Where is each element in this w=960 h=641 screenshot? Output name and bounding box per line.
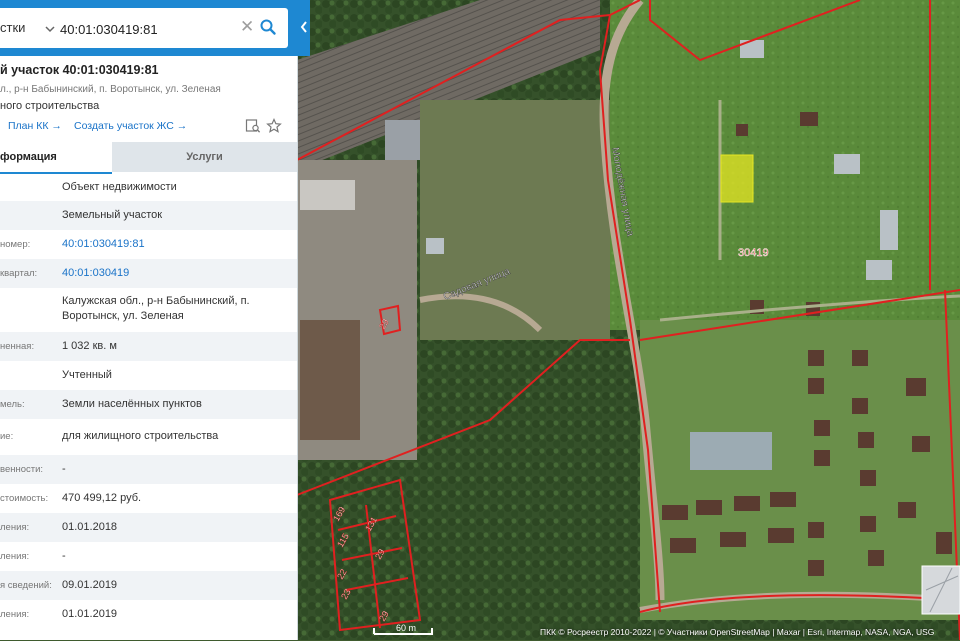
row-value: - (62, 463, 66, 475)
object-address: л., р-н Бабынинский, п. Воротынск, ул. З… (0, 84, 221, 95)
warehouse-roof-2 (300, 180, 355, 210)
table-row: ления: 01.01.2018 (0, 513, 297, 542)
row-label: ления: (0, 609, 30, 620)
search-bar: стки ✕ (0, 0, 310, 56)
table-row: я сведений: 09.01.2019 (0, 571, 297, 600)
row-value: Калужская обл., р-н Бабынинский, п. Воро… (62, 295, 250, 322)
info-tabs: формация Услуги (0, 142, 297, 174)
field-south (640, 320, 960, 620)
object-purpose: ного строительства (0, 100, 100, 112)
row-label: венности: (0, 464, 44, 475)
table-row: Учтенный (0, 361, 297, 390)
row-label: я сведений: (0, 580, 52, 591)
chevron-down-icon[interactable] (44, 22, 56, 40)
star-icon[interactable] (266, 118, 282, 139)
collapse-panel-button[interactable] (297, 18, 310, 40)
row-value: Земли населённых пунктов (62, 398, 202, 410)
field-east (610, 0, 960, 330)
row-label: квартал: (0, 268, 38, 279)
object-title: й участок 40:01:030419:81 (0, 63, 159, 77)
table-row: ие: для жилищного строительства (0, 419, 297, 455)
table-row: Земельный участок (0, 201, 297, 230)
close-icon[interactable]: ✕ (240, 17, 254, 37)
create-parcel-link[interactable]: Создать участок ЖС → (74, 120, 187, 132)
search-box: стки ✕ (0, 8, 288, 48)
row-value: Земельный участок (62, 209, 163, 221)
row-value: 01.01.2018 (62, 521, 118, 533)
row-value: Объект недвижимости (62, 181, 177, 193)
table-row: стоимость: 470 499,12 руб. (0, 484, 297, 513)
table-row: Калужская обл., р-н Бабынинский, п. Воро… (0, 288, 297, 332)
row-value: 1 032 кв. м (62, 340, 117, 352)
tab-services[interactable]: Услуги (112, 142, 297, 172)
table-row: ненная: 1 032 кв. м (0, 332, 297, 361)
scale-label: 60 m (396, 623, 416, 633)
warehouse-roof-1 (300, 320, 360, 440)
row-label: стоимость: (0, 493, 49, 504)
row-value: - (62, 550, 66, 562)
warehouse-roof-3 (385, 120, 425, 160)
row-label: ления: (0, 551, 30, 562)
row-label: номер: (0, 239, 31, 250)
row-label: ие: (0, 431, 14, 442)
cadastral-quarter-link[interactable]: 40:01:030419 (62, 266, 290, 281)
plan-kk-link[interactable]: План КК → (8, 120, 62, 132)
table-row: ления: - (0, 542, 297, 571)
row-label: мель: (0, 399, 25, 410)
search-type-select[interactable]: стки (0, 8, 25, 48)
village-area (420, 100, 610, 340)
row-value: 09.01.2019 (62, 579, 118, 591)
row-label: ненная: (0, 341, 35, 352)
selected-parcel-highlight[interactable] (720, 154, 754, 203)
quarter-label: 30419 (738, 247, 769, 259)
row-value: 470 499,12 руб. (62, 492, 142, 504)
info-panel: й участок 40:01:030419:81 л., р-н Бабыни… (0, 0, 298, 640)
cadastral-number-link[interactable]: 40:01:030419:81 (62, 237, 290, 252)
table-row: венности: - (0, 455, 297, 484)
tab-information[interactable]: формация (0, 142, 112, 174)
table-row: мель: Земли населённых пунктов (0, 390, 297, 419)
table-row: квартал: 40:01:030419 (0, 259, 297, 288)
row-value: Учтенный (62, 369, 112, 381)
row-value: для жилищного строительства (62, 430, 219, 442)
print-search-icon[interactable] (245, 118, 261, 139)
search-icon[interactable] (259, 18, 277, 41)
table-row: ления: 01.01.2019 (0, 600, 297, 629)
sports-hall (690, 432, 772, 470)
table-row: номер: 40:01:030419:81 (0, 230, 297, 259)
table-row: Объект недвижимости (0, 172, 297, 201)
attribute-table: Объект недвижимости Земельный участок но… (0, 172, 297, 629)
row-value: 01.01.2019 (62, 608, 118, 620)
search-input[interactable] (58, 14, 242, 44)
map-attribution: ПКК © Росреестр 2010-2022 | © Участники … (540, 627, 935, 637)
row-label: ления: (0, 522, 30, 533)
scale-bar: 60 m (372, 622, 442, 641)
